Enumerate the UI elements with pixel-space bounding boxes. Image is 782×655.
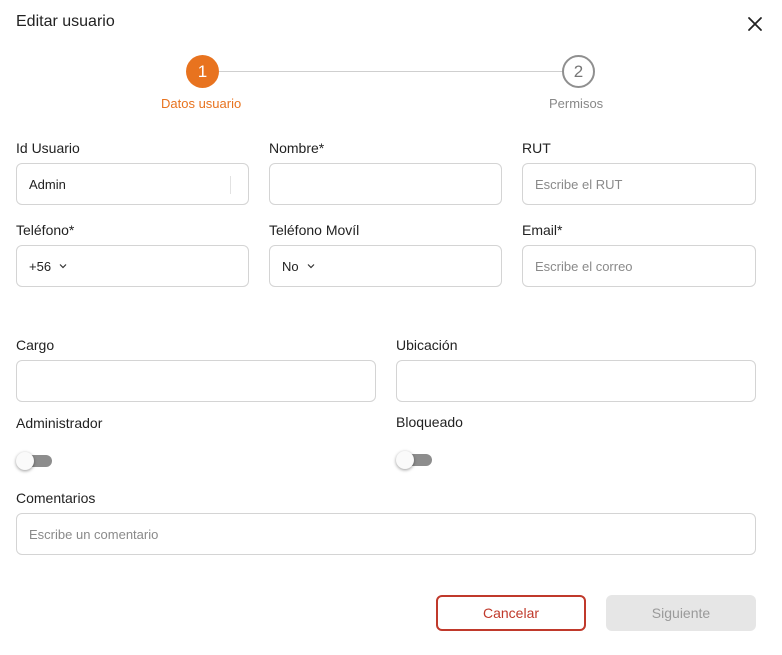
rut-input[interactable] xyxy=(535,176,743,192)
telefono-field[interactable]: +56 xyxy=(16,245,249,287)
comentarios-input[interactable] xyxy=(29,526,743,542)
telefono-movil-select[interactable]: No xyxy=(269,245,502,287)
id-usuario-label: Id Usuario xyxy=(16,140,80,156)
telefono-label: Teléfono* xyxy=(16,222,75,238)
cargo-input[interactable] xyxy=(29,373,363,389)
rut-field[interactable] xyxy=(522,163,756,205)
email-input[interactable] xyxy=(535,258,743,274)
comentarios-field[interactable] xyxy=(16,513,756,555)
toggle-knob xyxy=(16,452,34,470)
step-1-label: Datos usuario xyxy=(161,96,242,111)
field-divider xyxy=(230,176,231,194)
ubicacion-field[interactable] xyxy=(396,360,756,402)
bloqueado-label: Bloqueado xyxy=(396,414,463,430)
rut-label: RUT xyxy=(522,140,551,156)
administrador-label: Administrador xyxy=(16,415,103,431)
email-label: Email* xyxy=(522,222,563,238)
close-icon[interactable] xyxy=(746,15,764,33)
country-code-select[interactable]: +56 xyxy=(29,259,51,274)
cargo-field[interactable] xyxy=(16,360,376,402)
nombre-input[interactable] xyxy=(282,176,489,192)
chevron-down-icon[interactable] xyxy=(307,262,315,270)
ubicacion-label: Ubicación xyxy=(396,337,458,353)
bloqueado-toggle[interactable] xyxy=(396,451,434,469)
step-2-label: Permisos xyxy=(549,96,604,111)
chevron-down-icon[interactable] xyxy=(59,262,67,270)
step-1-indicator: 1 xyxy=(186,55,219,88)
comentarios-label: Comentarios xyxy=(16,490,96,506)
cargo-label: Cargo xyxy=(16,337,55,353)
step-2-indicator: 2 xyxy=(562,55,595,88)
email-field[interactable] xyxy=(522,245,756,287)
toggle-knob xyxy=(396,451,414,469)
id-usuario-field[interactable]: Admin xyxy=(16,163,249,205)
id-usuario-value: Admin xyxy=(29,176,66,192)
stepper-connector xyxy=(219,71,563,72)
cancel-button[interactable]: Cancelar xyxy=(436,595,586,631)
telefono-movil-label: Teléfono Movíl xyxy=(269,222,360,238)
ubicacion-input[interactable] xyxy=(409,373,743,389)
nombre-label: Nombre* xyxy=(269,140,325,156)
next-button[interactable]: Siguiente xyxy=(606,595,756,631)
nombre-field[interactable] xyxy=(269,163,502,205)
administrador-toggle[interactable] xyxy=(16,452,54,470)
dialog-title: Editar usuario xyxy=(16,13,115,30)
telefono-movil-value: No xyxy=(282,258,299,274)
